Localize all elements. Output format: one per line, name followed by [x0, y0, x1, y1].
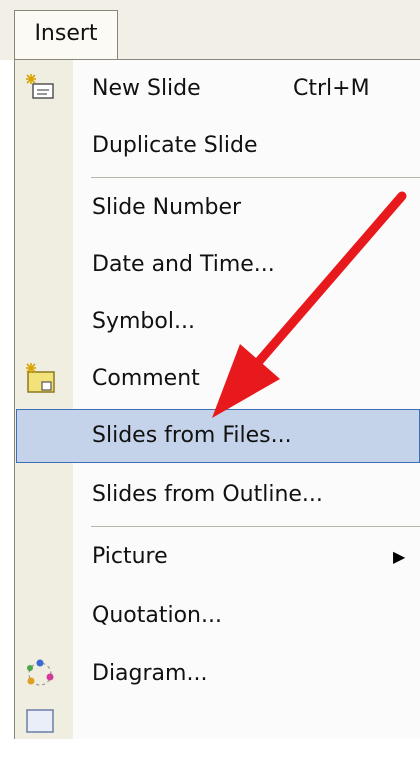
menu-item-label: Duplicate Slide [92, 133, 258, 158]
menu-separator [91, 177, 420, 178]
menu-item-comment[interactable]: Comment [15, 350, 420, 408]
menu-item-shortcut: Ctrl+M [293, 76, 370, 101]
menu-item-slides-from-files[interactable]: Slides from Files... [16, 409, 420, 463]
menu-item-label: Slides from Outline... [92, 482, 323, 507]
menu-item-label: Slide Number [92, 195, 242, 220]
menu-item-partial[interactable] [15, 700, 420, 758]
menu-bar: Insert [0, 0, 420, 60]
menu-item-new-slide[interactable]: New Slide Ctrl+M [15, 60, 420, 118]
new-slide-icon [23, 72, 57, 106]
menu-item-duplicate-slide[interactable]: Duplicate Slide [15, 117, 420, 175]
submenu-arrow-icon: ▶ [393, 547, 406, 566]
menu-item-label: Diagram... [92, 661, 208, 686]
menu-item-label: New Slide [92, 76, 201, 101]
menu-item-symbol[interactable]: Symbol... [15, 293, 420, 351]
menu-item-label: Slides from Files... [92, 423, 292, 448]
menu-item-label: Symbol... [92, 309, 195, 334]
menu-item-slide-number[interactable]: Slide Number [15, 179, 420, 237]
menu-item-label: Picture [92, 544, 168, 569]
menu-item-date-and-time[interactable]: Date and Time... [15, 236, 420, 294]
partial-item-icon [23, 704, 57, 738]
diagram-icon [23, 657, 57, 691]
menu-item-slides-from-outline[interactable]: Slides from Outline... [15, 466, 420, 524]
menu-item-picture[interactable]: Picture ▶ [15, 528, 420, 586]
menu-item-quotation[interactable]: Quotation... [15, 587, 420, 645]
menu-item-diagram[interactable]: Diagram... [15, 645, 420, 703]
menu-item-label: Quotation... [92, 603, 222, 628]
menu-item-label: Comment [92, 366, 200, 391]
insert-dropdown-menu: New Slide Ctrl+M Duplicate Slide Slide N… [14, 59, 420, 739]
menu-separator [91, 526, 420, 527]
comment-icon [23, 362, 57, 396]
insert-menu-title[interactable]: Insert [14, 10, 118, 60]
menu-item-label: Date and Time... [92, 252, 275, 277]
